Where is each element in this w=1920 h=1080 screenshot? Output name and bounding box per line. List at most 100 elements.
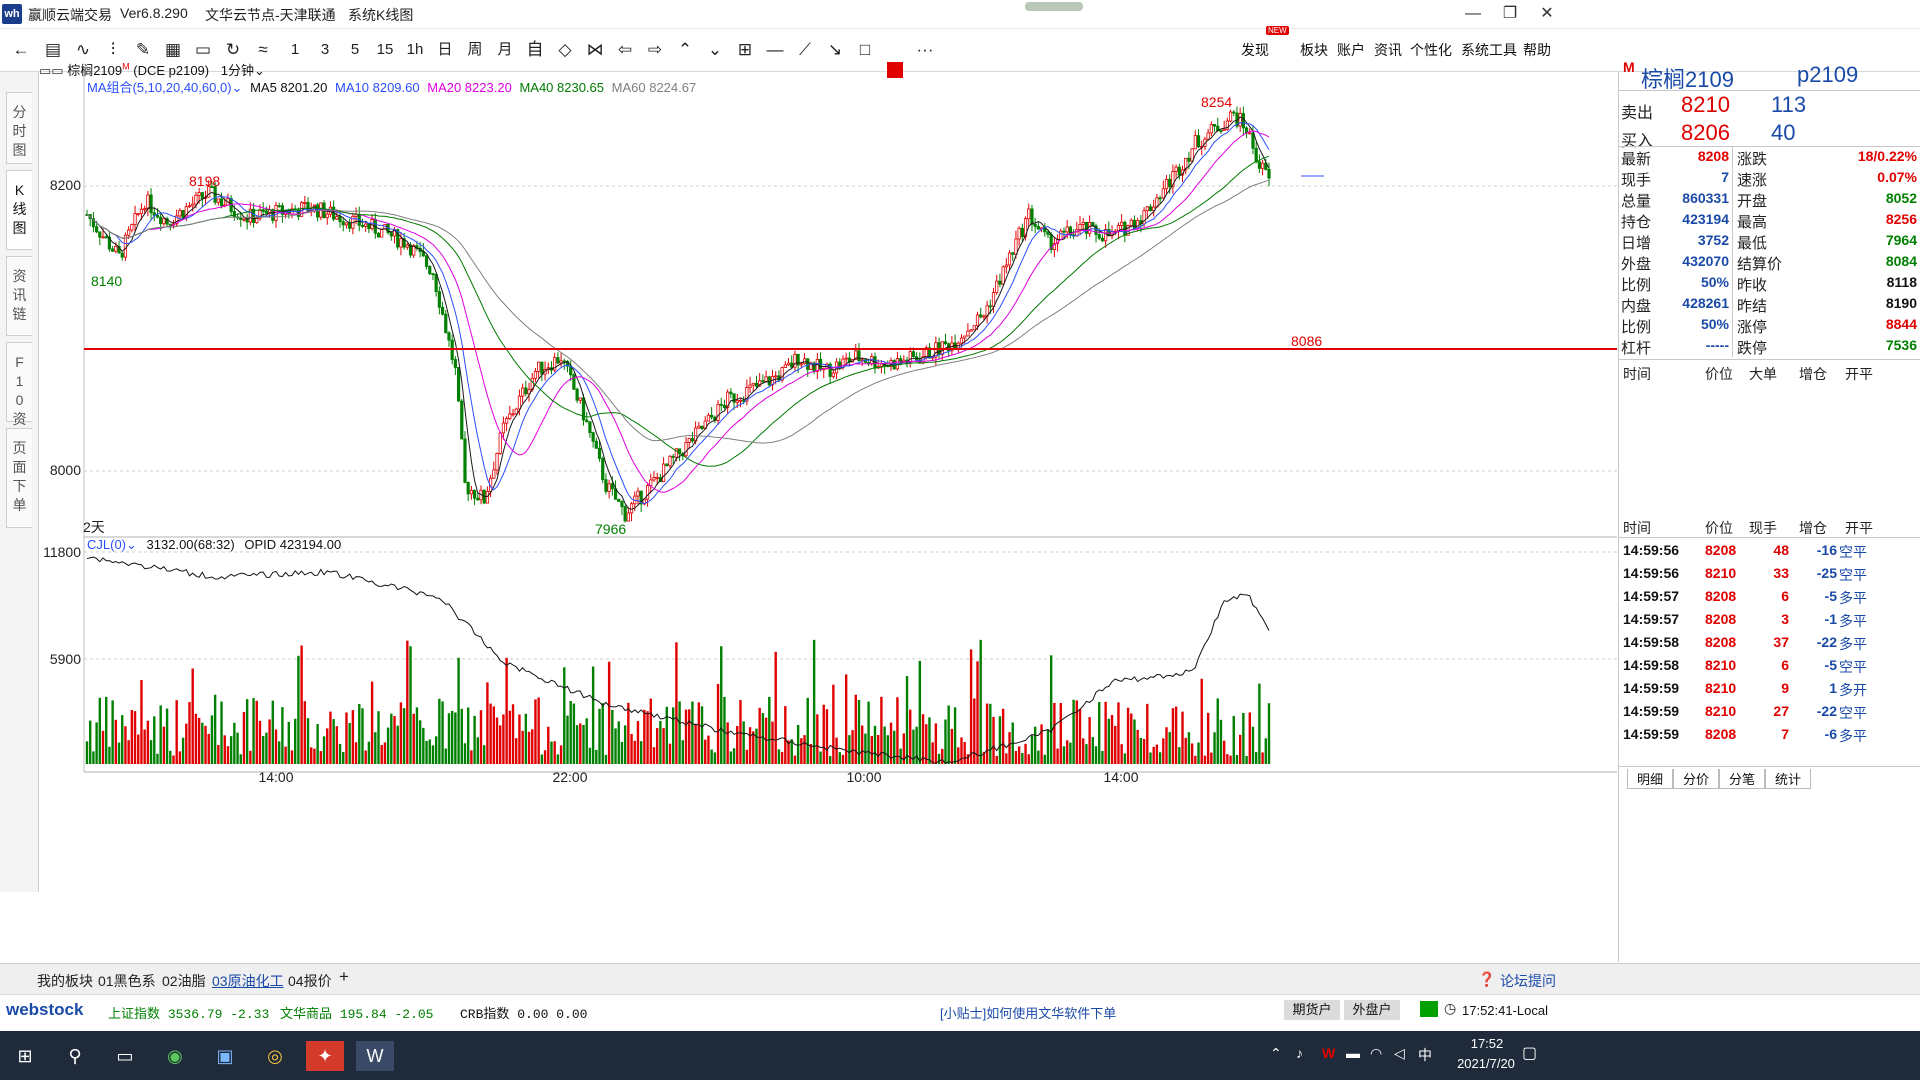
taskbar-time[interactable]: 17:52 — [1452, 1036, 1522, 1051]
futures-account-button[interactable]: 期货户 — [1284, 1000, 1340, 1020]
forex-account-button[interactable]: 外盘户 — [1344, 1000, 1400, 1020]
notification-bell-icon[interactable]: ♪ — [1296, 1045, 1303, 1061]
menu-account[interactable]: 账户 — [1337, 40, 1365, 60]
tick-row[interactable]: 14:59:57 8208 3 -1 多平 — [1619, 608, 1920, 631]
volume-bar — [1062, 746, 1066, 764]
back-icon[interactable]: ← — [8, 37, 34, 63]
search-icon[interactable]: ⚲ — [56, 1041, 94, 1071]
candle-body — [492, 469, 496, 479]
layout-icon[interactable]: ⊞ — [732, 37, 758, 63]
up-icon[interactable]: ⌃ — [672, 37, 698, 63]
volume-icon[interactable]: ◁ — [1394, 1045, 1405, 1062]
menu-personalize[interactable]: 个性化 — [1410, 40, 1452, 60]
tick-row[interactable]: 14:59:59 8208 7 -6 多平 — [1619, 723, 1920, 746]
period-3[interactable]: 3 — [312, 37, 338, 63]
chart-area[interactable]: 8200 8000 11800 5900 14:00 22:00 10:00 1… — [39, 62, 1617, 962]
chrome-icon[interactable]: ◎ — [256, 1041, 294, 1071]
ime-indicator[interactable]: 中 — [1418, 1045, 1432, 1065]
close-button[interactable]: ✕ — [1524, 0, 1570, 28]
period-15[interactable]: 15 — [372, 37, 398, 63]
index-wenhua[interactable]: 文华商品 195.84 -2.05 — [280, 1003, 433, 1022]
tip-link[interactable]: [小贴士]如何使用文华软件下单 — [940, 1003, 1116, 1022]
more-icon[interactable]: ··· — [912, 37, 938, 63]
action-center-icon[interactable]: ▢ — [1522, 1043, 1537, 1063]
menu-system-tools[interactable]: 系统工具 — [1461, 40, 1517, 60]
volume-bar — [335, 726, 339, 764]
candle-body — [629, 503, 634, 514]
candle-body — [389, 232, 393, 237]
sector-oil[interactable]: 02油脂 — [162, 971, 206, 991]
period-day[interactable]: 日 — [432, 37, 458, 63]
volume-bar — [822, 704, 825, 764]
tick-row[interactable]: 14:59:56 8208 48 -16 空平 — [1619, 539, 1920, 562]
scroll-right-icon[interactable]: ⇨ — [642, 37, 668, 63]
menu-help[interactable]: 帮助 — [1523, 40, 1551, 60]
tick-row[interactable]: 14:59:59 8210 9 1 多开 — [1619, 677, 1920, 700]
period-select[interactable]: 1分钟 — [221, 63, 254, 78]
zoom-in-icon[interactable]: ◇ — [552, 37, 578, 63]
trend-line-icon[interactable]: ⟋ — [792, 37, 818, 63]
rectangle-icon[interactable]: □ — [852, 37, 878, 63]
ma-group-select[interactable]: MA组合(5,10,20,40,60,0) — [87, 80, 232, 95]
menu-discover[interactable]: 发现 — [1241, 40, 1269, 60]
sector-my[interactable]: 我的板块 — [37, 971, 93, 991]
file-explorer-icon[interactable]: ▣ — [206, 1041, 244, 1071]
tab-timeshare[interactable]: 分时图 — [6, 92, 32, 164]
sector-black[interactable]: 01黑色系 — [98, 971, 156, 991]
windows-start-icon[interactable]: ⊞ — [6, 1041, 44, 1071]
horizontal-line-icon[interactable]: — — [762, 37, 788, 63]
tick-row[interactable]: 14:59:58 8208 37 -22 多平 — [1619, 631, 1920, 654]
tab-f10[interactable]: F10资料 — [6, 342, 32, 446]
volume-bar — [358, 703, 361, 764]
period-5[interactable]: 5 — [342, 37, 368, 63]
browser-360-icon[interactable]: ◉ — [156, 1041, 194, 1071]
tick-row[interactable]: 14:59:58 8210 6 -5 空平 — [1619, 654, 1920, 677]
tray-app-icon[interactable]: W — [1322, 1045, 1335, 1061]
wenhua-app-icon[interactable]: W — [356, 1041, 394, 1071]
sector-crude-chem[interactable]: 03原油化工 — [212, 971, 284, 991]
quote-row: 杠杆 ----- 跌停 7536 — [1619, 336, 1920, 357]
index-shanghai[interactable]: 上证指数 3536.79 -2.33 — [108, 1003, 269, 1022]
period-week[interactable]: 周 — [462, 37, 488, 63]
tab-page-order[interactable]: 页面下单 — [6, 428, 32, 528]
sell-price[interactable]: 8210 — [1681, 92, 1730, 118]
period-1h[interactable]: 1h — [402, 37, 428, 63]
tick-row[interactable]: 14:59:57 8208 6 -5 多平 — [1619, 585, 1920, 608]
tick-row[interactable]: 14:59:56 8210 33 -25 空平 — [1619, 562, 1920, 585]
volume-indicator-select[interactable]: CJL(0) — [87, 537, 126, 552]
scroll-left-icon[interactable]: ⇦ — [612, 37, 638, 63]
add-sector-button[interactable]: + — [339, 967, 349, 987]
forum-link[interactable]: 论坛提问 — [1500, 971, 1556, 991]
menu-sectors[interactable]: 板块 — [1300, 40, 1328, 60]
wifi-icon[interactable]: ◠ — [1370, 1045, 1382, 1062]
sector-quotes[interactable]: 04报价 — [288, 971, 332, 991]
menu-news[interactable]: 资讯 — [1374, 40, 1402, 60]
battery-icon[interactable]: ▬ — [1346, 1045, 1360, 1061]
volume-bar — [1149, 752, 1152, 764]
candle-body — [399, 238, 403, 248]
forum-icon[interactable]: ❓ — [1478, 971, 1495, 988]
index-crb[interactable]: CRB指数 0.00 0.00 — [460, 1003, 587, 1022]
taskbar-date[interactable]: 2021/7/20 — [1446, 1056, 1526, 1071]
zoom-out-icon[interactable]: ⋈ — [582, 37, 608, 63]
buy-price[interactable]: 8206 — [1681, 120, 1730, 146]
quote-tab[interactable]: 明细 — [1627, 769, 1673, 789]
tick-row[interactable]: 14:59:59 8210 27 -22 空平 — [1619, 700, 1920, 723]
quote-tab[interactable]: 分价 — [1673, 769, 1719, 789]
task-view-icon[interactable]: ▭ — [106, 1041, 144, 1071]
kline-chart[interactable]: 8200 8000 11800 5900 14:00 22:00 10:00 1… — [39, 72, 1617, 962]
app-red-icon[interactable]: ✦ — [306, 1041, 344, 1071]
tab-news-chain[interactable]: 资讯链 — [6, 256, 32, 336]
period-month[interactable]: 月 — [492, 37, 518, 63]
quote-tab[interactable]: 分笔 — [1719, 769, 1765, 789]
down-icon[interactable]: ⌄ — [702, 37, 728, 63]
ray-line-icon[interactable]: ↘ — [822, 37, 848, 63]
candle-body — [767, 376, 771, 386]
candle-body — [255, 217, 259, 224]
quote-tab[interactable]: 统计 — [1765, 769, 1811, 789]
custom-period-icon[interactable]: 自 — [522, 37, 548, 63]
tab-kline[interactable]: K线图 — [6, 170, 32, 250]
tray-chevron-icon[interactable]: ⌃ — [1270, 1045, 1282, 1062]
period-1[interactable]: 1 — [282, 37, 308, 63]
candle-body — [1100, 237, 1105, 242]
